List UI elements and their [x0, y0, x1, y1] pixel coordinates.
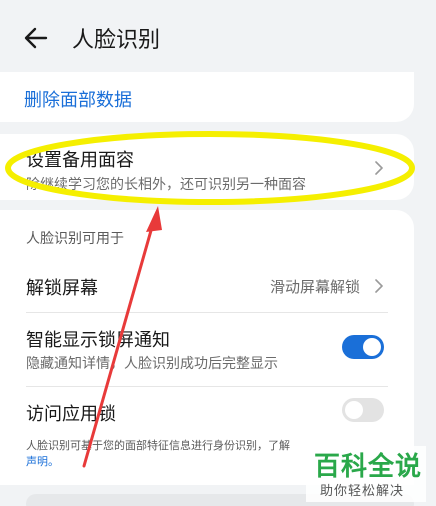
watermark-subtitle: 助你轻松解决 — [320, 484, 405, 499]
annotation-arrow-shaft — [82, 218, 156, 468]
annotation-overlay — [5, 131, 415, 468]
annotation-arrow-head — [146, 206, 162, 232]
highlight-ellipse — [5, 131, 415, 205]
watermark: 百科全说 助你轻松解决 — [306, 446, 426, 502]
watermark-title: 百科全说 — [314, 452, 423, 482]
